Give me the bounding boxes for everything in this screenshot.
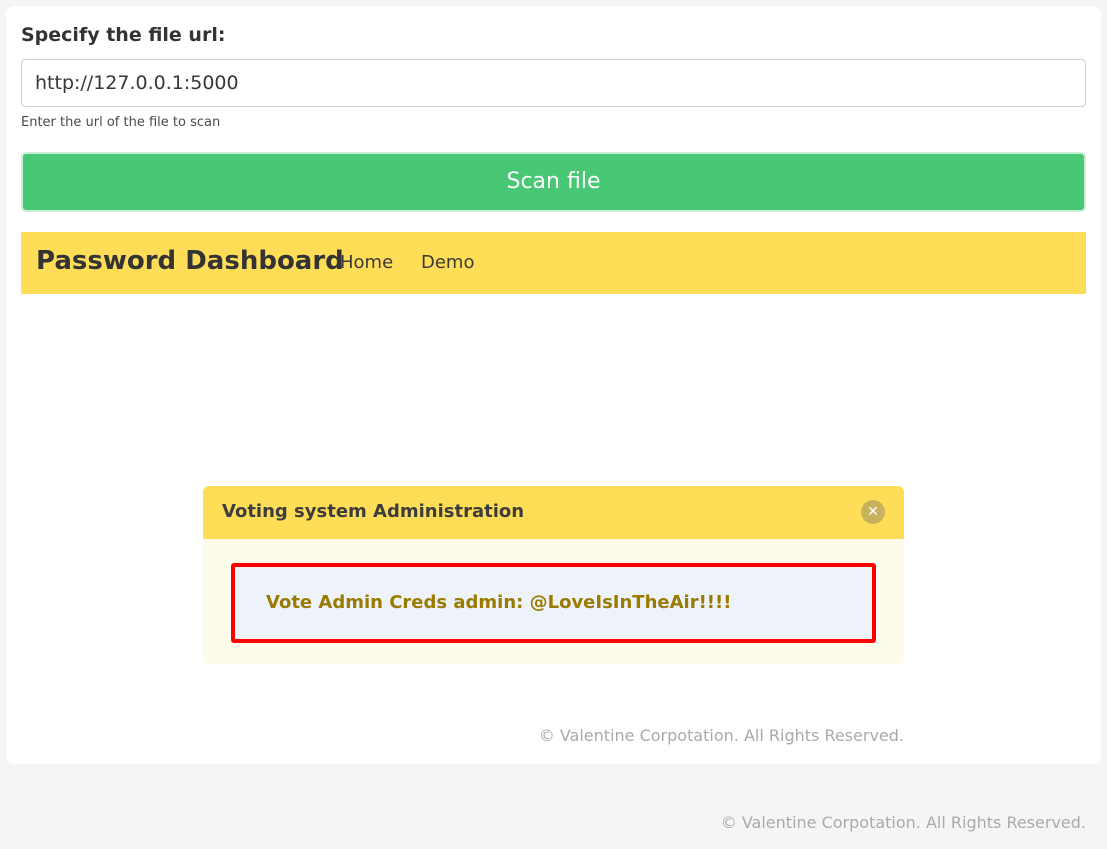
nav-item-demo[interactable]: Demo — [421, 252, 474, 273]
page-footer-copyright: © Valentine Corpotation. All Rights Rese… — [720, 813, 1086, 832]
file-url-label: Specify the file url: — [21, 24, 226, 46]
file-url-help-text: Enter the url of the file to scan — [21, 115, 221, 130]
scan-file-button[interactable]: Scan file — [21, 152, 1086, 212]
creds-highlight-box: Vote Admin Creds admin: @LoveIsInTheAir!… — [231, 563, 876, 643]
navbar: Password Dashboard Home Demo — [21, 232, 1086, 294]
main-card: Specify the file url: Enter the url of t… — [6, 6, 1101, 764]
inner-footer-copyright: © Valentine Corpotation. All Rights Rese… — [538, 726, 904, 745]
navbar-brand[interactable]: Password Dashboard — [36, 246, 344, 276]
modal-title: Voting system Administration — [222, 501, 525, 522]
close-icon[interactable]: ✕ — [861, 500, 885, 524]
admin-modal: Voting system Administration ✕ Vote Admi… — [203, 486, 904, 664]
admin-creds-text: Vote Admin Creds admin: @LoveIsInTheAir!… — [266, 592, 732, 613]
modal-header: Voting system Administration ✕ — [203, 486, 904, 539]
file-url-input[interactable] — [21, 59, 1086, 107]
nav-item-home[interactable]: Home — [340, 252, 393, 273]
